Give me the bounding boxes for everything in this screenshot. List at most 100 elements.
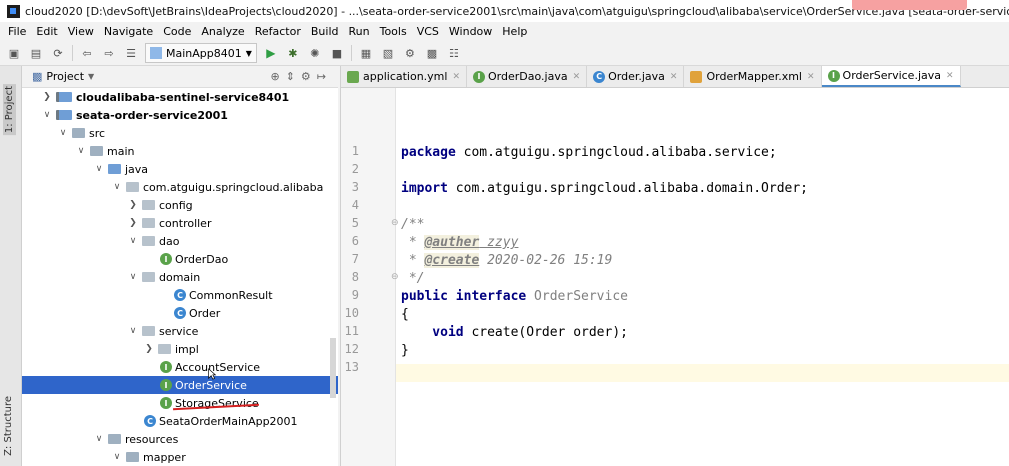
back-icon[interactable]: ⇦ — [79, 45, 95, 61]
tree-item-selected[interactable]: I OrderService — [22, 376, 338, 394]
fold-icon[interactable]: ⊖ — [391, 272, 399, 282]
tool-tab-project[interactable]: 1: Project — [3, 84, 16, 136]
tree-item-label: cloudalibaba-sentinel-service8401 — [76, 90, 290, 104]
chevron-down-icon[interactable]: ∨ — [128, 236, 138, 246]
line-number: 11 — [344, 324, 359, 338]
line-number-gutter: 1 2 3 4 5 6 7 8 9 10 11 12 13 ⊖ ⊖ — [341, 88, 399, 466]
tree-item[interactable]: ❯ impl — [22, 340, 338, 358]
forward-icon[interactable]: ⇨ — [101, 45, 117, 61]
chevron-down-icon[interactable]: ∨ — [42, 110, 52, 120]
panel-actions-icon[interactable]: ⊕⇕⚙↦ — [270, 70, 332, 83]
tree-item[interactable]: I AccountService — [22, 358, 338, 376]
menu-analyze[interactable]: Analyze — [201, 25, 244, 38]
stop-icon[interactable]: ■ — [329, 45, 345, 61]
tree-item[interactable]: ∨ com.atguigu.springcloud.alibaba — [22, 178, 338, 196]
overlay-bar — [852, 0, 967, 10]
menu-code[interactable]: Code — [163, 25, 191, 38]
tree-item-label: service — [159, 324, 199, 338]
sync-icon[interactable]: ⟳ — [50, 45, 66, 61]
chevron-down-icon[interactable]: ▼ — [88, 72, 94, 81]
run-icon[interactable]: ▶ — [263, 45, 279, 61]
run-config-select[interactable]: MainApp8401 ▼ — [145, 43, 257, 63]
tree-item[interactable]: ∨ seata-order-service2001 — [22, 106, 338, 124]
chevron-right-icon[interactable]: ❯ — [144, 344, 154, 354]
code-editor[interactable]: package com.atguigu.springcloud.alibaba.… — [401, 88, 1009, 466]
structure-icon[interactable]: ▩ — [424, 45, 440, 61]
settings-icon[interactable]: ⚙ — [402, 45, 418, 61]
tree-item[interactable]: ∨ service — [22, 322, 338, 340]
tree-item[interactable]: I OrderDao — [22, 250, 338, 268]
close-icon[interactable]: ✕ — [670, 72, 678, 82]
build-icon[interactable]: ☰ — [123, 45, 139, 61]
chevron-down-icon[interactable]: ∨ — [94, 164, 104, 174]
tree-item[interactable]: ❯ controller — [22, 214, 338, 232]
module-icon — [56, 110, 72, 120]
tree-item[interactable]: C CommonResult — [22, 286, 338, 304]
menu-help[interactable]: Help — [502, 25, 527, 38]
xml-icon — [690, 70, 703, 83]
tree-item[interactable]: ∨ mapper — [22, 448, 338, 466]
chevron-down-icon[interactable]: ∨ — [76, 146, 86, 156]
chevron-right-icon[interactable]: ❯ — [42, 92, 52, 102]
project-scrollbar[interactable] — [330, 338, 336, 398]
folder-icon — [72, 128, 85, 138]
chevron-down-icon[interactable]: ∨ — [94, 434, 104, 444]
tool-tab-structure[interactable]: Z: Structure — [3, 396, 14, 456]
menu-file[interactable]: File — [8, 25, 26, 38]
tree-item-label: seata-order-service2001 — [76, 108, 228, 122]
tab-orderservice-java[interactable]: I OrderService.java ✕ — [821, 66, 961, 87]
menu-window[interactable]: Window — [449, 25, 492, 38]
debug-icon[interactable]: ✱ — [285, 45, 301, 61]
menu-vcs[interactable]: VCS — [417, 25, 439, 38]
tree-item[interactable]: ∨ domain — [22, 268, 338, 286]
save-icon[interactable]: ▤ — [28, 45, 44, 61]
tab-orderdao-java[interactable]: I OrderDao.java ✕ — [467, 66, 588, 87]
tab-order-java[interactable]: C Order.java ✕ — [587, 66, 685, 87]
chevron-down-icon[interactable]: ∨ — [112, 182, 122, 192]
project-view-select[interactable]: Project — [46, 70, 84, 83]
chevron-down-icon[interactable]: ∨ — [128, 326, 138, 336]
menu-tools[interactable]: Tools — [380, 25, 407, 38]
menu-refactor[interactable]: Refactor — [255, 25, 301, 38]
menu-run[interactable]: Run — [349, 25, 370, 38]
chevron-down-icon[interactable]: ∨ — [58, 128, 68, 138]
tree-item[interactable]: ∨ dao — [22, 232, 338, 250]
close-icon[interactable]: ✕ — [573, 72, 581, 82]
tree-item[interactable]: ∨ main — [22, 142, 338, 160]
chevron-down-icon[interactable]: ∨ — [128, 272, 138, 282]
tree-item[interactable]: C SeataOrderMainApp2001 — [22, 412, 338, 430]
tree-item[interactable]: C Order — [22, 304, 338, 322]
close-icon[interactable]: ✕ — [946, 71, 954, 81]
tree-item-label: main — [107, 144, 135, 158]
menu-navigate[interactable]: Navigate — [104, 25, 153, 38]
open-folder-icon[interactable]: ▣ — [6, 45, 22, 61]
tree-item[interactable]: ∨ src — [22, 124, 338, 142]
tree-item[interactable]: ❯ cloudalibaba-sentinel-service8401 — [22, 88, 338, 106]
vcs-icon[interactable]: ☷ — [446, 45, 462, 61]
main-toolbar: ▣ ▤ ⟳ ⇦ ⇨ ☰ MainApp8401 ▼ ▶ ✱ ✺ ■ ▦ ▧ ⚙ … — [0, 41, 1009, 66]
tab-application-yml[interactable]: application.yml ✕ — [341, 66, 468, 87]
chevron-right-icon[interactable]: ❯ — [128, 200, 138, 210]
close-icon[interactable]: ✕ — [807, 72, 815, 82]
chevron-down-icon[interactable]: ∨ — [112, 452, 122, 462]
tree-item[interactable]: ∨ resources — [22, 430, 338, 448]
menu-view[interactable]: View — [68, 25, 94, 38]
tree-item-label: Order — [189, 306, 221, 320]
project-structure-icon[interactable]: ▦ — [358, 45, 374, 61]
chevron-right-icon[interactable]: ❯ — [128, 218, 138, 228]
tab-ordermapper-xml[interactable]: OrderMapper.xml ✕ — [684, 66, 822, 87]
sdk-icon[interactable]: ▧ — [380, 45, 396, 61]
close-icon[interactable]: ✕ — [452, 72, 460, 82]
menu-build[interactable]: Build — [311, 25, 339, 38]
line-number: 1 — [351, 144, 359, 158]
line-number: 12 — [344, 342, 359, 356]
module-icon — [56, 92, 72, 102]
line-number: 5 — [351, 216, 359, 230]
tree-item[interactable]: ❯ config — [22, 196, 338, 214]
coverage-icon[interactable]: ✺ — [307, 45, 323, 61]
left-tool-strip: 1: Project Z: Structure — [0, 66, 22, 466]
package-icon — [142, 272, 155, 282]
menu-edit[interactable]: Edit — [36, 25, 57, 38]
fold-icon[interactable]: ⊖ — [391, 218, 399, 228]
tree-item[interactable]: ∨ java — [22, 160, 338, 178]
